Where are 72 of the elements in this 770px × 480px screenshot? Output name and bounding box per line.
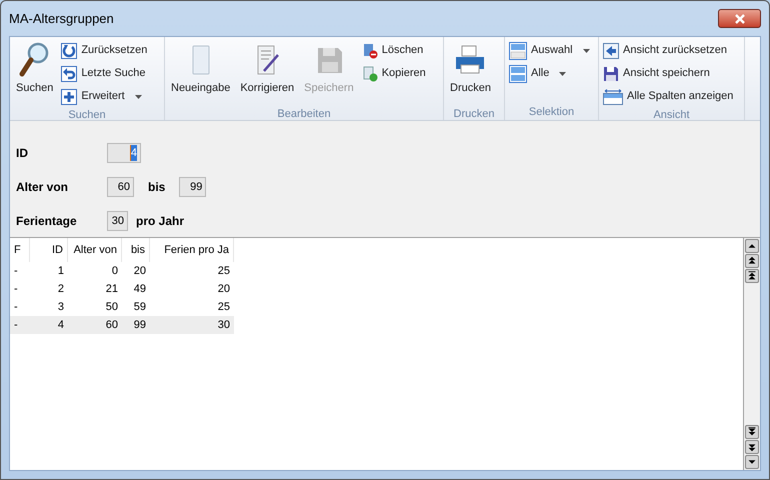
ribbon-button[interactable]: Suchen [14,40,56,106]
page-up-button[interactable] [745,254,759,268]
table-cell-text: 3 [56,300,65,315]
table-cell-text: 20 [132,264,147,279]
field-label: pro Jahr [136,213,184,230]
table-row[interactable]: - 4 60 99 30 [10,316,234,334]
table-cell-text: 21 [104,282,119,297]
plus-icon [61,88,78,104]
field-label: ID [16,145,29,162]
scroll-bottom-button[interactable] [745,425,759,439]
scroll-top-button[interactable] [745,269,759,283]
close-button[interactable] [718,9,761,28]
table-cell-text: 25 [216,264,231,279]
table-cell-text: 50 [104,300,119,315]
table-cell-text: 1 [56,264,65,279]
ribbon-button[interactable]: Drucken [448,40,493,106]
ribbon-button[interactable]: Alle [509,63,590,84]
ribbon-button[interactable]: Kopieren [362,63,426,84]
input-field[interactable]: 60 [107,177,134,197]
input-field[interactable]: 4 [107,143,141,163]
table-cell-text: 49 [132,282,147,297]
ribbon-button[interactable]: Zurücksetzen [61,40,148,61]
caret-icon [134,94,142,98]
ribbon-button[interactable]: Auswahl [509,40,590,61]
table-cell-text: 25 [216,300,231,315]
undo-icon [61,66,78,82]
table-cell-text: - [13,318,19,333]
table-cell-text: 59 [132,300,147,315]
field-label: Ferientage [16,213,78,230]
input-field[interactable]: 99 [179,177,206,197]
group-label: Ansicht [652,108,691,123]
scroll-down-button[interactable] [745,455,759,469]
table-cell-text: 4 [56,318,65,333]
selection-icon [509,42,527,60]
scroll-up-button[interactable] [745,239,759,253]
arrow-to-top-icon [746,270,758,282]
ribbon-button[interactable]: Ansicht speichern [603,63,734,84]
table-cell-text: 30 [216,318,231,333]
table-cell-text: 20 [216,282,231,297]
close-icon [734,14,746,24]
arrow-to-bottom-icon [746,426,758,438]
caret-icon [559,72,566,76]
ribbon-button[interactable]: Ansicht zurücksetzen [603,40,734,61]
ribbon-button[interactable]: Alle Spalten anzeigen [603,86,734,107]
table-cell-text: - [13,300,19,315]
window-title: MA-Altersgruppen [9,10,115,28]
reset-icon [61,42,78,58]
arrow-left-icon [603,42,619,58]
field-label: bis [148,179,166,196]
group-label: Selektion [528,105,576,120]
ribbon-button[interactable]: Erweitert [61,86,148,107]
copy-icon [362,66,378,82]
table-cell-text: 2 [56,282,65,297]
delete-icon [362,42,378,58]
table-cell-text: - [13,264,19,279]
ribbon-button[interactable]: Korrigieren [238,40,296,106]
table-cell-text: - [13,282,19,297]
ribbon-button[interactable]: Letzte Suche [61,63,148,84]
page-down-button[interactable] [745,440,759,454]
group-label: Drucken [452,107,496,122]
group-label: Bearbeiten [276,107,332,122]
field-label: Alter von [16,179,70,196]
columns-icon [603,88,623,104]
table-cell-text: 60 [104,318,119,333]
group-label: Suchen [67,108,107,123]
table-cell-text: 0 [110,264,119,279]
ribbon-button[interactable]: Neueingabe [169,40,232,106]
table-cell-text: 99 [132,318,147,333]
selection-all-icon [509,64,527,82]
input-field[interactable]: 30 [107,211,128,231]
ribbon-button[interactable]: Löschen [362,40,426,61]
caret-icon [582,48,590,52]
